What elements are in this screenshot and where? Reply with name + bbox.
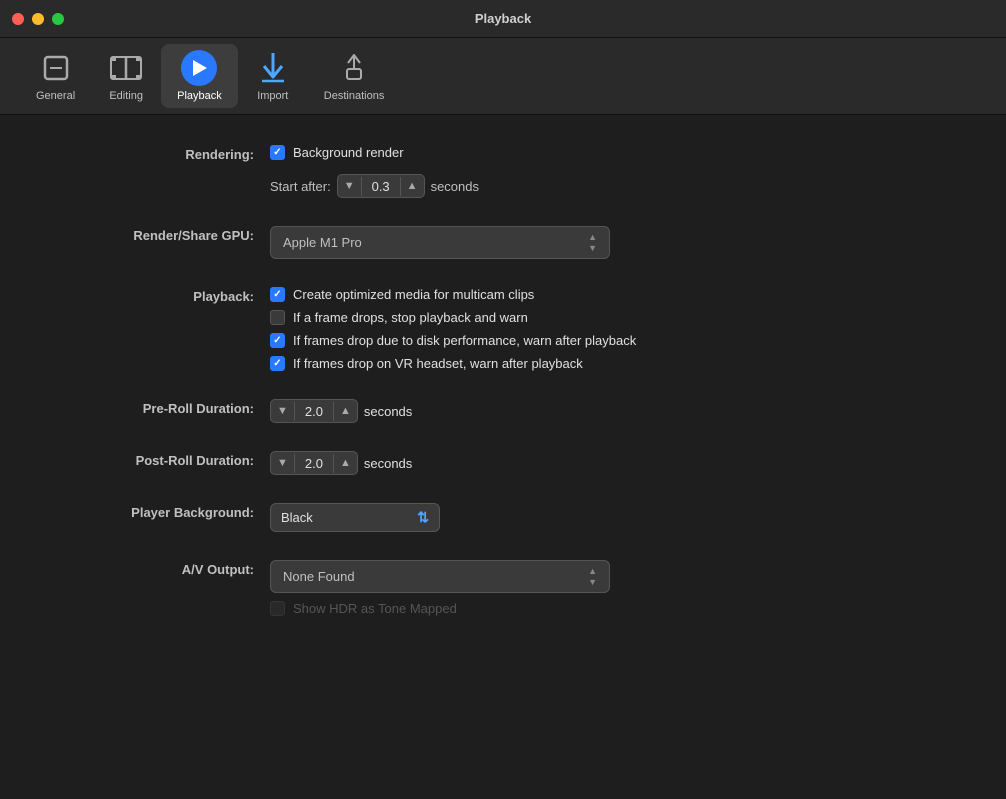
- player-bg-dropdown[interactable]: Black ⇅: [270, 503, 440, 532]
- preroll-row: Pre-Roll Duration: ▼ 2.0 ▲ seconds: [60, 399, 946, 423]
- postroll-stepper-control[interactable]: ▼ 2.0 ▲: [270, 451, 358, 475]
- av-output-control: None Found ▲ ▼ Show HDR as Tone Mapped: [270, 560, 946, 616]
- render-gpu-value: Apple M1 Pro: [283, 235, 362, 250]
- preroll-up[interactable]: ▲: [334, 400, 357, 422]
- background-render-label: Background render: [293, 145, 404, 160]
- playback-checkbox-1[interactable]: [270, 310, 285, 325]
- toolbar: General Editing Playback: [0, 38, 1006, 115]
- toolbar-item-editing[interactable]: Editing: [91, 44, 161, 108]
- playback-checkbox-2[interactable]: [270, 333, 285, 348]
- rendering-row: Rendering: Background render Start after…: [60, 145, 946, 198]
- postroll-stepper: ▼ 2.0 ▲ seconds: [270, 451, 946, 475]
- av-output-value: None Found: [283, 569, 355, 584]
- playback-option-0: Create optimized media for multicam clip…: [270, 287, 946, 302]
- toolbar-item-destinations[interactable]: Destinations: [308, 44, 401, 108]
- playback-row: Playback: Create optimized media for mul…: [60, 287, 946, 371]
- preroll-seconds-label: seconds: [364, 404, 412, 419]
- playback-label: Playback:: [60, 287, 270, 304]
- destinations-label: Destinations: [324, 90, 385, 102]
- playback-option-label-2: If frames drop due to disk performance, …: [293, 333, 636, 348]
- toolbar-item-general[interactable]: General: [20, 44, 91, 108]
- start-after-stepper[interactable]: ▼ 0.3 ▲: [337, 174, 425, 198]
- rendering-label: Rendering:: [60, 145, 270, 162]
- start-after-down[interactable]: ▼: [338, 175, 361, 197]
- playback-control: Create optimized media for multicam clip…: [270, 287, 946, 371]
- preroll-stepper: ▼ 2.0 ▲ seconds: [270, 399, 946, 423]
- playback-checkbox-3[interactable]: [270, 356, 285, 371]
- window-title: Playback: [475, 11, 531, 26]
- av-output-label: A/V Output:: [60, 560, 270, 577]
- minimize-button[interactable]: [32, 13, 44, 25]
- editing-label: Editing: [109, 90, 143, 102]
- hdr-checkbox[interactable]: [270, 601, 285, 616]
- postroll-row: Post-Roll Duration: ▼ 2.0 ▲ seconds: [60, 451, 946, 475]
- destinations-icon: [336, 50, 372, 86]
- av-output-arrows: ▲ ▼: [588, 566, 597, 587]
- general-icon: [38, 50, 74, 86]
- preroll-stepper-control[interactable]: ▼ 2.0 ▲: [270, 399, 358, 423]
- postroll-up[interactable]: ▲: [334, 452, 357, 474]
- playback-option-label-3: If frames drop on VR headset, warn after…: [293, 356, 583, 371]
- close-button[interactable]: [12, 13, 24, 25]
- start-after-label: Start after:: [270, 179, 331, 194]
- hdr-row: Show HDR as Tone Mapped: [270, 601, 946, 616]
- preroll-label: Pre-Roll Duration:: [60, 399, 270, 416]
- playback-label: Playback: [177, 90, 222, 102]
- background-render-row: Background render: [270, 145, 946, 160]
- postroll-value: 2.0: [294, 454, 334, 473]
- maximize-button[interactable]: [52, 13, 64, 25]
- background-render-checkbox[interactable]: [270, 145, 285, 160]
- import-label: Import: [257, 90, 288, 102]
- toolbar-item-playback[interactable]: Playback: [161, 44, 238, 108]
- av-output-dropdown[interactable]: None Found ▲ ▼: [270, 560, 610, 593]
- player-bg-control: Black ⇅: [270, 503, 946, 532]
- start-after-row: Start after: ▼ 0.3 ▲ seconds: [270, 174, 946, 198]
- render-gpu-dropdown[interactable]: Apple M1 Pro ▲ ▼: [270, 226, 610, 259]
- playback-option-label-0: Create optimized media for multicam clip…: [293, 287, 534, 302]
- start-after-up[interactable]: ▲: [401, 175, 424, 197]
- postroll-down[interactable]: ▼: [271, 452, 294, 474]
- render-gpu-arrows: ▲ ▼: [588, 232, 597, 253]
- player-bg-label: Player Background:: [60, 503, 270, 520]
- playback-option-1: If a frame drops, stop playback and warn: [270, 310, 946, 325]
- playback-icon: [181, 50, 217, 86]
- general-label: General: [36, 90, 75, 102]
- postroll-control: ▼ 2.0 ▲ seconds: [270, 451, 946, 475]
- player-bg-value: Black: [281, 510, 313, 525]
- titlebar: Playback: [0, 0, 1006, 38]
- render-gpu-label: Render/Share GPU:: [60, 226, 270, 243]
- preroll-control: ▼ 2.0 ▲ seconds: [270, 399, 946, 423]
- editing-icon: [108, 50, 144, 86]
- playback-checkbox-0[interactable]: [270, 287, 285, 302]
- preroll-down[interactable]: ▼: [271, 400, 294, 422]
- render-gpu-row: Render/Share GPU: Apple M1 Pro ▲ ▼: [60, 226, 946, 259]
- rendering-control: Background render Start after: ▼ 0.3 ▲ s…: [270, 145, 946, 198]
- preroll-value: 2.0: [294, 402, 334, 421]
- start-after-value: 0.3: [361, 177, 401, 196]
- import-icon: [255, 50, 291, 86]
- render-gpu-control: Apple M1 Pro ▲ ▼: [270, 226, 946, 259]
- playback-option-3: If frames drop on VR headset, warn after…: [270, 356, 946, 371]
- window-controls: [12, 13, 64, 25]
- seconds-label: seconds: [431, 179, 479, 194]
- content-area: Rendering: Background render Start after…: [0, 115, 1006, 799]
- postroll-seconds-label: seconds: [364, 456, 412, 471]
- playback-option-2: If frames drop due to disk performance, …: [270, 333, 946, 348]
- av-output-row: A/V Output: None Found ▲ ▼ Show HDR as T…: [60, 560, 946, 616]
- hdr-label: Show HDR as Tone Mapped: [293, 601, 457, 616]
- postroll-label: Post-Roll Duration:: [60, 451, 270, 468]
- playback-option-label-1: If a frame drops, stop playback and warn: [293, 310, 528, 325]
- player-bg-arrow: ⇅: [417, 509, 429, 526]
- toolbar-item-import[interactable]: Import: [238, 44, 308, 108]
- player-bg-row: Player Background: Black ⇅: [60, 503, 946, 532]
